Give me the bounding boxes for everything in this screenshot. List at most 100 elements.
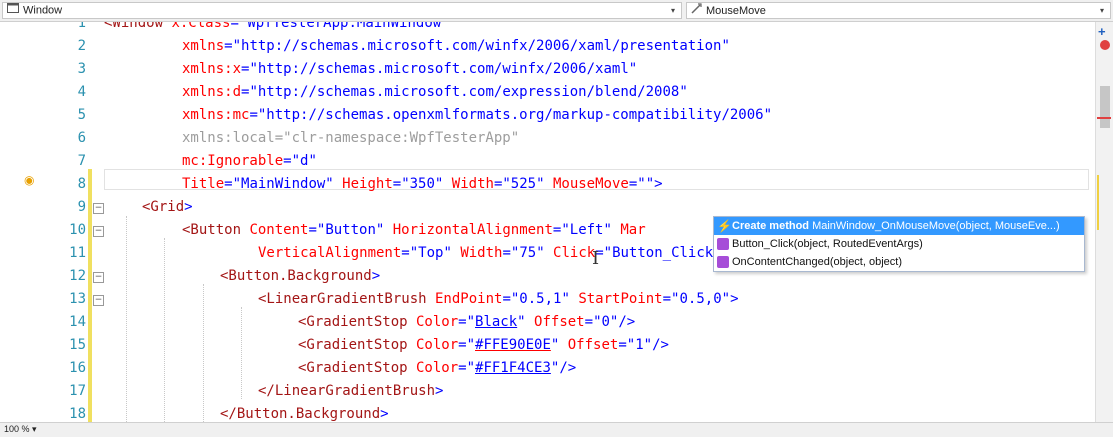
code-token: /> — [652, 337, 669, 353]
code-text: xmlns="http://schemas.microsoft.com/winf… — [182, 35, 730, 58]
line-number: 18 — [69, 406, 86, 422]
code-token: = — [628, 176, 638, 192]
intellisense-item[interactable]: OnContentChanged(object, object) — [714, 253, 1084, 271]
intellisense-item[interactable]: Button_Click(object, RoutedEventArgs) — [714, 235, 1084, 253]
code-token: = — [502, 291, 511, 307]
code-line[interactable]: 5 xmlns:mc="http://schemas.openxmlformats… — [0, 104, 1095, 127]
code-token: "d" — [291, 153, 317, 169]
code-token: = — [308, 222, 317, 238]
intellisense-item[interactable]: ⚡Create method MainWindow_OnMouseMove(ob… — [714, 217, 1084, 235]
code-line[interactable]: 14 <GradientStop Color="Black" Offset="0"… — [0, 311, 1095, 334]
code-token: <GradientStop — [298, 337, 408, 353]
code-token: "" — [637, 176, 655, 192]
code-token: = — [584, 314, 594, 330]
code-line[interactable]: 15 <GradientStop Color="#FFE90E0E" Offset… — [0, 334, 1095, 357]
code-editor[interactable]: ◉ 1 <Window x:Class="WpfTesterApp.MainWin… — [0, 22, 1095, 422]
change-marker — [1097, 175, 1099, 230]
code-text: xmlns:local="clr-namespace:WpfTesterApp" — [182, 127, 519, 150]
line-number: 13 — [69, 291, 86, 307]
code-text: xmlns:d="http://schemas.microsoft.com/ex… — [182, 81, 688, 104]
line-number: 1 — [77, 22, 86, 31]
code-token: = — [224, 176, 233, 192]
code-token: Black — [475, 314, 518, 330]
code-token: "Button" — [316, 222, 385, 238]
mouse-ibeam-cursor: I — [592, 248, 600, 269]
code-line[interactable]: 18 </Button.Background> — [0, 403, 1095, 422]
code-text: <GradientStop Color="Black" Offset="0"/> — [298, 311, 635, 334]
collapse-icon[interactable]: − — [93, 272, 104, 283]
code-token: <Window — [104, 22, 172, 31]
code-line[interactable]: 6 xmlns:local="clr-namespace:WpfTesterApp… — [0, 127, 1095, 150]
line-number: 3 — [77, 61, 86, 77]
code-token: "0" — [593, 314, 619, 330]
code-token: = — [224, 38, 233, 54]
bolt-icon: ⚡ — [717, 219, 732, 234]
code-token: Height — [333, 176, 393, 192]
code-token: <Button.Background — [220, 268, 372, 284]
code-token: "0.5,0" — [671, 291, 731, 307]
code-token: "Left" — [561, 222, 612, 238]
code-token: > — [435, 383, 444, 399]
code-token: mc:Ignorable — [182, 153, 284, 169]
code-token: xmlns:d — [182, 84, 242, 100]
line-number: 10 — [69, 222, 86, 238]
method-icon — [717, 238, 729, 251]
code-token: "http://schemas.microsoft.com/expression… — [249, 84, 688, 100]
code-token: > — [380, 406, 389, 422]
code-token: Mar — [611, 222, 646, 238]
collapse-icon[interactable]: − — [93, 203, 104, 214]
code-token: Color — [407, 337, 459, 353]
line-number: 14 — [69, 314, 86, 330]
code-token: > — [184, 199, 193, 215]
code-token: =" — [458, 337, 476, 353]
scroll-thumb[interactable] — [1100, 86, 1110, 128]
code-text: <LinearGradientBrush EndPoint="0.5,1" St… — [258, 288, 739, 311]
code-line[interactable]: 17 </LinearGradientBrush> — [0, 380, 1095, 403]
event-icon — [691, 3, 702, 19]
code-token: VerticalAlignment — [258, 245, 402, 261]
code-token: </Button.Background — [220, 406, 381, 422]
type-dropdown-label: Window — [23, 4, 63, 17]
intellisense-item-label: OnContentChanged(object, object) — [732, 256, 902, 268]
code-line[interactable]: 4 xmlns:d="http://schemas.microsoft.com/e… — [0, 81, 1095, 104]
type-dropdown[interactable]: Window ▾ — [2, 2, 682, 19]
code-line[interactable]: 16 <GradientStop Color="#FF1F4CE3"/> — [0, 357, 1095, 380]
collapse-icon[interactable]: − — [93, 295, 104, 306]
code-token: </LinearGradientBrush — [258, 383, 436, 399]
intellisense-popup[interactable]: ⚡Create method MainWindow_OnMouseMove(ob… — [713, 216, 1085, 272]
code-text: xmlns:x="http://schemas.microsoft.com/wi… — [182, 58, 637, 81]
split-add-icon[interactable]: + — [1098, 24, 1106, 39]
code-text: </Button.Background> — [220, 403, 389, 422]
code-token: xmlns:local="clr-namespace:WpfTesterApp" — [182, 130, 520, 146]
member-dropdown[interactable]: MouseMove ▾ — [686, 2, 1111, 19]
code-text: xmlns:mc="http://schemas.openxmlformats.… — [182, 104, 772, 127]
line-number: 12 — [69, 268, 86, 284]
code-token: =" — [458, 314, 476, 330]
code-line[interactable]: 2 xmlns="http://schemas.microsoft.com/win… — [0, 35, 1095, 58]
code-token: <Button — [182, 222, 242, 238]
window-icon — [7, 3, 19, 18]
code-token: Width — [443, 176, 494, 192]
line-number: 2 — [77, 38, 86, 54]
line-number: 6 — [77, 130, 86, 146]
zoom-level[interactable]: 100 % ▾ — [4, 423, 37, 435]
code-line[interactable]: 7 mc:Ignorable="d" — [0, 150, 1095, 173]
code-token: = — [283, 153, 292, 169]
code-text: <GradientStop Color="#FFE90E0E" Offset="… — [298, 334, 669, 357]
collapse-icon[interactable]: − — [93, 226, 104, 237]
line-number: 7 — [77, 153, 86, 169]
code-text: <Grid> — [142, 196, 193, 219]
code-token: Title — [182, 176, 225, 192]
code-token: xmlns — [182, 38, 225, 54]
line-number: 8 — [77, 176, 86, 192]
code-token: "http://schemas.microsoft.com/winfx/2006… — [249, 61, 638, 77]
code-line[interactable]: 13− <LinearGradientBrush EndPoint="0.5,1"… — [0, 288, 1095, 311]
line-number: 5 — [77, 107, 86, 123]
code-line[interactable]: 8 Title="MainWindow" Height="350" Width="… — [0, 173, 1095, 196]
code-line[interactable]: 3 xmlns:x="http://schemas.microsoft.com/w… — [0, 58, 1095, 81]
code-token: Color — [407, 360, 459, 376]
code-token: = — [401, 245, 410, 261]
code-token: "1" — [626, 337, 653, 353]
code-line[interactable]: 1 <Window x:Class="WpfTesterApp.MainWindo… — [0, 22, 1095, 35]
code-token: StartPoint — [569, 291, 663, 307]
